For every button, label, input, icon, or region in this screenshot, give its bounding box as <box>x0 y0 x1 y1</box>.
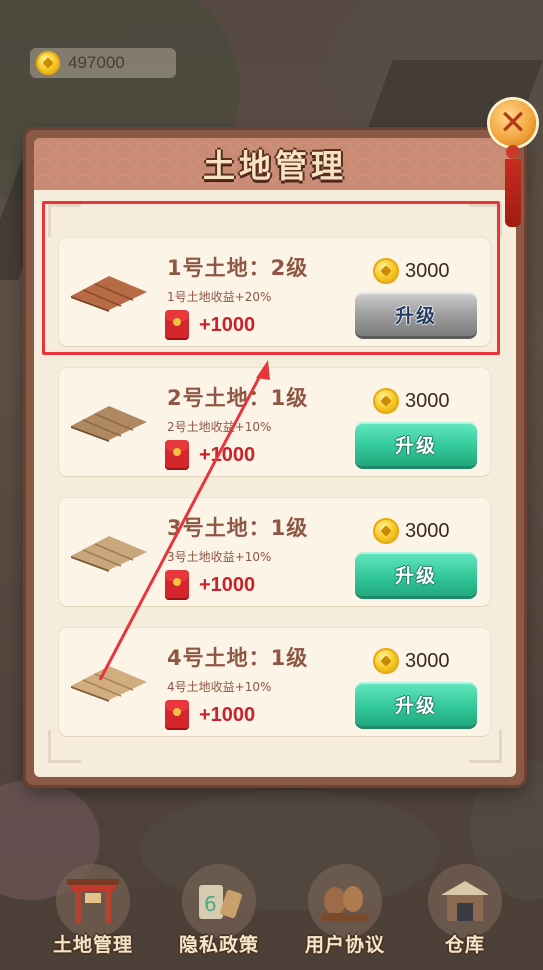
land-income-text: 2号土地收益+10% <box>167 420 272 434</box>
close-icon: ✕ <box>498 103 528 143</box>
nav-warehouse-label: 仓库 <box>444 934 485 956</box>
land-bonus: +1000 <box>165 700 255 730</box>
bottom-navigation: 土地管理 6 隐私政策 用户协议 仓库 <box>0 860 543 970</box>
upgrade-price: 3000 <box>373 518 450 544</box>
gate-icon <box>56 864 130 938</box>
bonus-value: +1000 <box>199 703 256 726</box>
close-button[interactable]: ✕ <box>490 100 536 146</box>
upgrade-button-land-4[interactable]: 升级 <box>355 682 477 726</box>
land-title: 4号土地：1级 <box>167 646 309 670</box>
wood-plank-icon <box>71 536 147 572</box>
pottery-icon <box>308 864 382 938</box>
wood-plank-icon <box>71 406 147 442</box>
tassel-decoration <box>505 145 521 229</box>
red-envelope-icon <box>165 700 189 730</box>
red-envelope-icon <box>165 570 189 600</box>
upgrade-button-land-2[interactable]: 升级 <box>355 422 477 466</box>
scroll-icon: 6 <box>182 864 256 938</box>
land-card-3: 3号土地：1级 3号土地收益+10% +1000 3000 升级 <box>59 498 490 606</box>
nav-user-agreement[interactable]: 用户协议 <box>290 860 400 970</box>
dialog-header: 土地管理 <box>34 138 516 190</box>
land-bonus: +1000 <box>165 440 255 470</box>
nav-land-management-label: 土地管理 <box>52 934 133 956</box>
svg-text:6: 6 <box>204 892 217 916</box>
land-income-text: 3号土地收益+10% <box>167 550 272 564</box>
highlight-box <box>42 201 500 355</box>
land-income-text: 4号土地收益+10% <box>167 680 272 694</box>
nav-user-agreement-label: 用户协议 <box>304 934 385 956</box>
red-envelope-icon <box>165 440 189 470</box>
nav-land-management[interactable]: 土地管理 <box>38 860 148 970</box>
land-card-2: 2号土地：1级 2号土地收益+10% +1000 3000 升级 <box>59 368 490 476</box>
coin-balance-value: 497000 <box>68 53 125 72</box>
coin-icon <box>373 388 399 414</box>
bonus-value: +1000 <box>199 443 256 466</box>
land-title: 2号土地：1级 <box>167 386 309 410</box>
coin-balance-bar: 497000 <box>30 48 176 78</box>
coin-icon <box>36 51 60 75</box>
land-card-4: 4号土地：1级 4号土地收益+10% +1000 3000 升级 <box>59 628 490 736</box>
wood-plank-icon <box>71 666 147 702</box>
upgrade-price: 3000 <box>373 388 450 414</box>
coin-icon <box>373 648 399 674</box>
bonus-value: +1000 <box>199 573 256 596</box>
nav-warehouse[interactable]: 仓库 <box>410 860 520 970</box>
upgrade-button-land-3[interactable]: 升级 <box>355 552 477 596</box>
nav-privacy-policy[interactable]: 6 隐私政策 <box>164 860 274 970</box>
price-value: 3000 <box>405 649 450 672</box>
price-value: 3000 <box>405 389 450 412</box>
land-bonus: +1000 <box>165 570 255 600</box>
upgrade-price: 3000 <box>373 648 450 674</box>
dialog-title: 土地管理 <box>202 147 347 185</box>
land-title: 3号土地：1级 <box>167 516 309 540</box>
price-value: 3000 <box>405 519 450 542</box>
coin-icon <box>373 518 399 544</box>
warehouse-icon <box>428 864 502 938</box>
nav-privacy-policy-label: 隐私政策 <box>178 934 259 956</box>
